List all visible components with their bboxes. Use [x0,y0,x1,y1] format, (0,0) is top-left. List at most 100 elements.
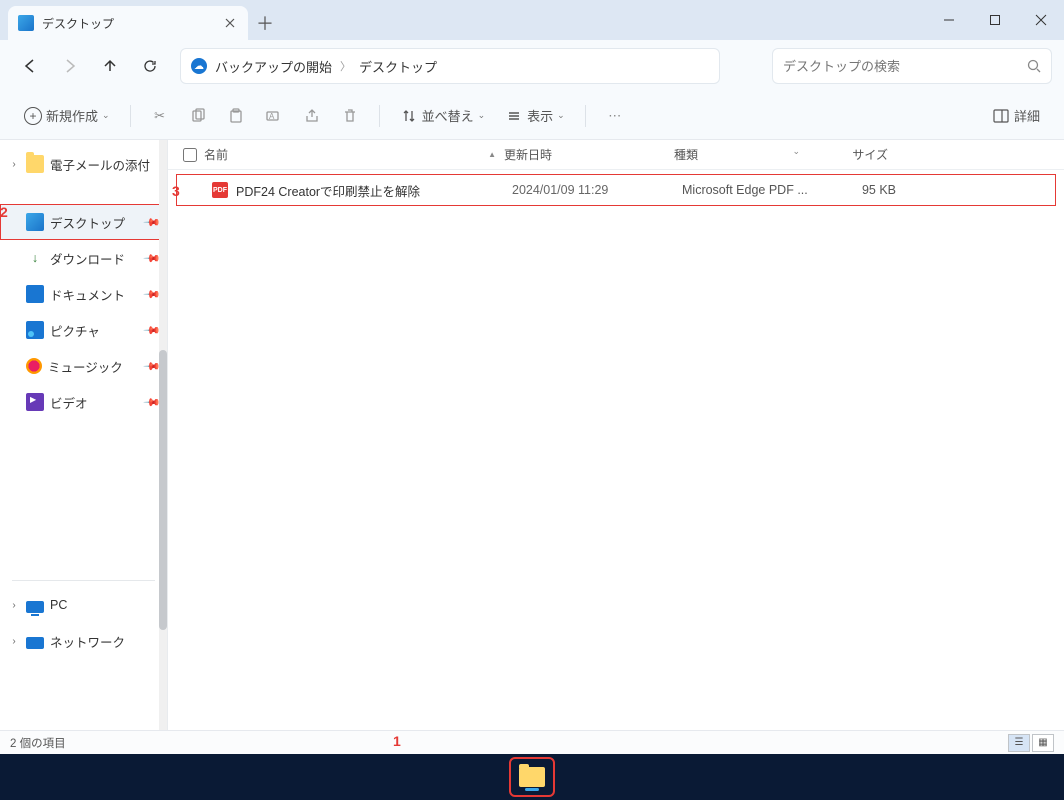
search-input[interactable] [783,59,1019,74]
cloud-backup-icon [191,58,207,74]
rename-button[interactable]: A [257,100,291,132]
trash-icon [341,107,359,125]
titlebar: デスクトップ ＋ [0,0,1064,40]
forward-button[interactable] [52,48,88,84]
breadcrumb-separator: 〉 [340,58,351,74]
sidebar-item-downloads[interactable]: ↓ ダウンロード 📌 [0,240,167,276]
refresh-button[interactable] [132,48,168,84]
column-type-label: 種類 [674,148,698,162]
tab-label: デスクトップ [42,15,114,32]
sidebar-scrollbar-thumb[interactable] [159,350,167,630]
main-area: › 電子メールの添付 デスクトップ 📌 ↓ ダウンロード 📌 ドキュメント 📌 … [0,140,1064,730]
taskbar [0,754,1064,800]
window-tab[interactable]: デスクトップ [8,6,248,40]
file-row[interactable]: PDF PDF24 Creatorで印刷禁止を解除 2024/01/09 11:… [176,174,1056,206]
pdf-icon: PDF [212,182,228,198]
sidebar: › 電子メールの添付 デスクトップ 📌 ↓ ダウンロード 📌 ドキュメント 📌 … [0,140,168,730]
sidebar-item-pc[interactable]: › PC [0,587,167,623]
scissors-icon: ✂ [151,107,169,125]
sidebar-item-label: ダウンロード [50,249,125,268]
new-button[interactable]: + 新規作成 ⌄ [16,100,118,132]
chevron-right-icon: › [8,636,20,647]
window-controls [926,0,1064,40]
address-bar[interactable]: バックアップの開始 〉 デスクトップ [180,48,720,84]
cut-button[interactable]: ✂ [143,100,177,132]
column-name[interactable]: 名前 ▲ [204,146,504,163]
address-current: デスクトップ [359,57,437,76]
sidebar-item-label: 電子メールの添付 [50,155,150,174]
folder-icon [26,155,44,173]
plus-icon: + [24,107,42,125]
view-label: 表示 [527,106,553,125]
sidebar-item-email-attach[interactable]: › 電子メールの添付 [0,146,167,182]
sidebar-divider [12,580,155,581]
chevron-down-icon: ⌄ [792,146,800,157]
sort-button[interactable]: 並べ替え ⌄ [392,100,494,132]
sidebar-item-video[interactable]: ビデオ 📌 [0,384,167,420]
paste-button[interactable] [219,100,253,132]
paste-icon [227,107,245,125]
select-all-checkbox[interactable] [176,148,204,162]
taskbar-explorer-button[interactable] [511,759,553,795]
download-icon: ↓ [26,249,44,267]
sidebar-item-label: ミュージック [48,357,123,376]
back-button[interactable] [12,48,48,84]
sidebar-item-label: デスクトップ [50,213,125,232]
network-icon [26,637,44,649]
svg-text:A: A [269,112,275,121]
details-view-button[interactable]: ☰ [1008,734,1030,752]
search-icon [1027,59,1041,73]
sidebar-item-documents[interactable]: ドキュメント 📌 [0,276,167,312]
more-button[interactable]: ⋯ [598,100,632,132]
share-icon [303,107,321,125]
close-window-button[interactable] [1018,0,1064,40]
sort-label: 並べ替え [422,106,474,125]
up-button[interactable] [92,48,128,84]
more-icon: ⋯ [606,107,624,125]
annotation-1: 1 [393,733,401,749]
pc-icon [26,601,44,613]
sidebar-item-desktop[interactable]: デスクトップ 📌 [0,204,167,240]
icons-view-button[interactable]: ▦ [1032,734,1054,752]
picture-icon [26,321,44,339]
toolbar: + 新規作成 ⌄ ✂ A 並べ替え ⌄ 表示 ⌄ ⋯ 詳細 [0,92,1064,140]
view-icon [505,107,523,125]
sidebar-item-pictures[interactable]: ピクチャ 📌 [0,312,167,348]
chevron-right-icon: › [8,159,20,170]
file-type: Microsoft Edge PDF ... [682,183,814,197]
status-bar: 2 個の項目 ☰ ▦ [0,730,1064,754]
toolbar-separator [585,105,586,127]
file-name-cell: PDF PDF24 Creatorで印刷禁止を解除 [212,181,512,200]
copy-icon [189,107,207,125]
music-icon [26,358,42,374]
share-button[interactable] [295,100,329,132]
maximize-button[interactable] [972,0,1018,40]
sidebar-item-label: PC [50,598,67,612]
column-name-label: 名前 [204,146,228,163]
copy-button[interactable] [181,100,215,132]
column-headers: 名前 ▲ 更新日時 種類 ⌄ サイズ [168,140,1064,170]
chevron-down-icon: ⌄ [557,110,565,121]
address-backup-start: バックアップの開始 [215,57,332,76]
delete-button[interactable] [333,100,367,132]
sidebar-item-music[interactable]: ミュージック 📌 [0,348,167,384]
navbar: バックアップの開始 〉 デスクトップ [0,40,1064,92]
column-date[interactable]: 更新日時 [504,146,674,163]
search-box[interactable] [772,48,1052,84]
new-label: 新規作成 [46,106,98,125]
details-label: 詳細 [1014,106,1040,125]
rename-icon: A [265,107,283,125]
column-type[interactable]: 種類 ⌄ [674,146,806,163]
toolbar-separator [379,105,380,127]
toolbar-separator [130,105,131,127]
sidebar-item-label: ビデオ [50,393,88,412]
sidebar-item-network[interactable]: › ネットワーク [0,623,167,659]
document-icon [26,285,44,303]
view-button[interactable]: 表示 ⌄ [497,100,573,132]
desktop-icon [26,213,44,231]
new-tab-button[interactable]: ＋ [248,6,282,40]
column-size[interactable]: サイズ [806,146,906,163]
minimize-button[interactable] [926,0,972,40]
close-tab-button[interactable] [222,15,238,31]
details-pane-button[interactable]: 詳細 [984,100,1048,132]
